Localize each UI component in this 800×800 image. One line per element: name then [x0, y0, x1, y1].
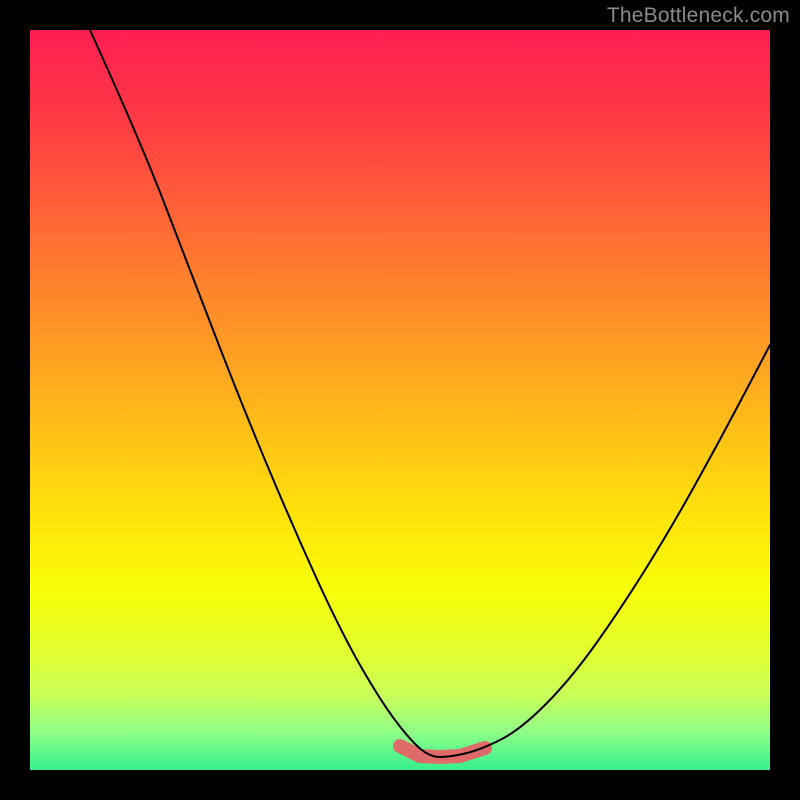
watermark-text: TheBottleneck.com — [607, 4, 790, 28]
plot-area — [30, 30, 770, 770]
curve-layer — [30, 30, 770, 770]
chart-canvas: TheBottleneck.com — [0, 0, 800, 800]
main-curve — [90, 30, 770, 757]
